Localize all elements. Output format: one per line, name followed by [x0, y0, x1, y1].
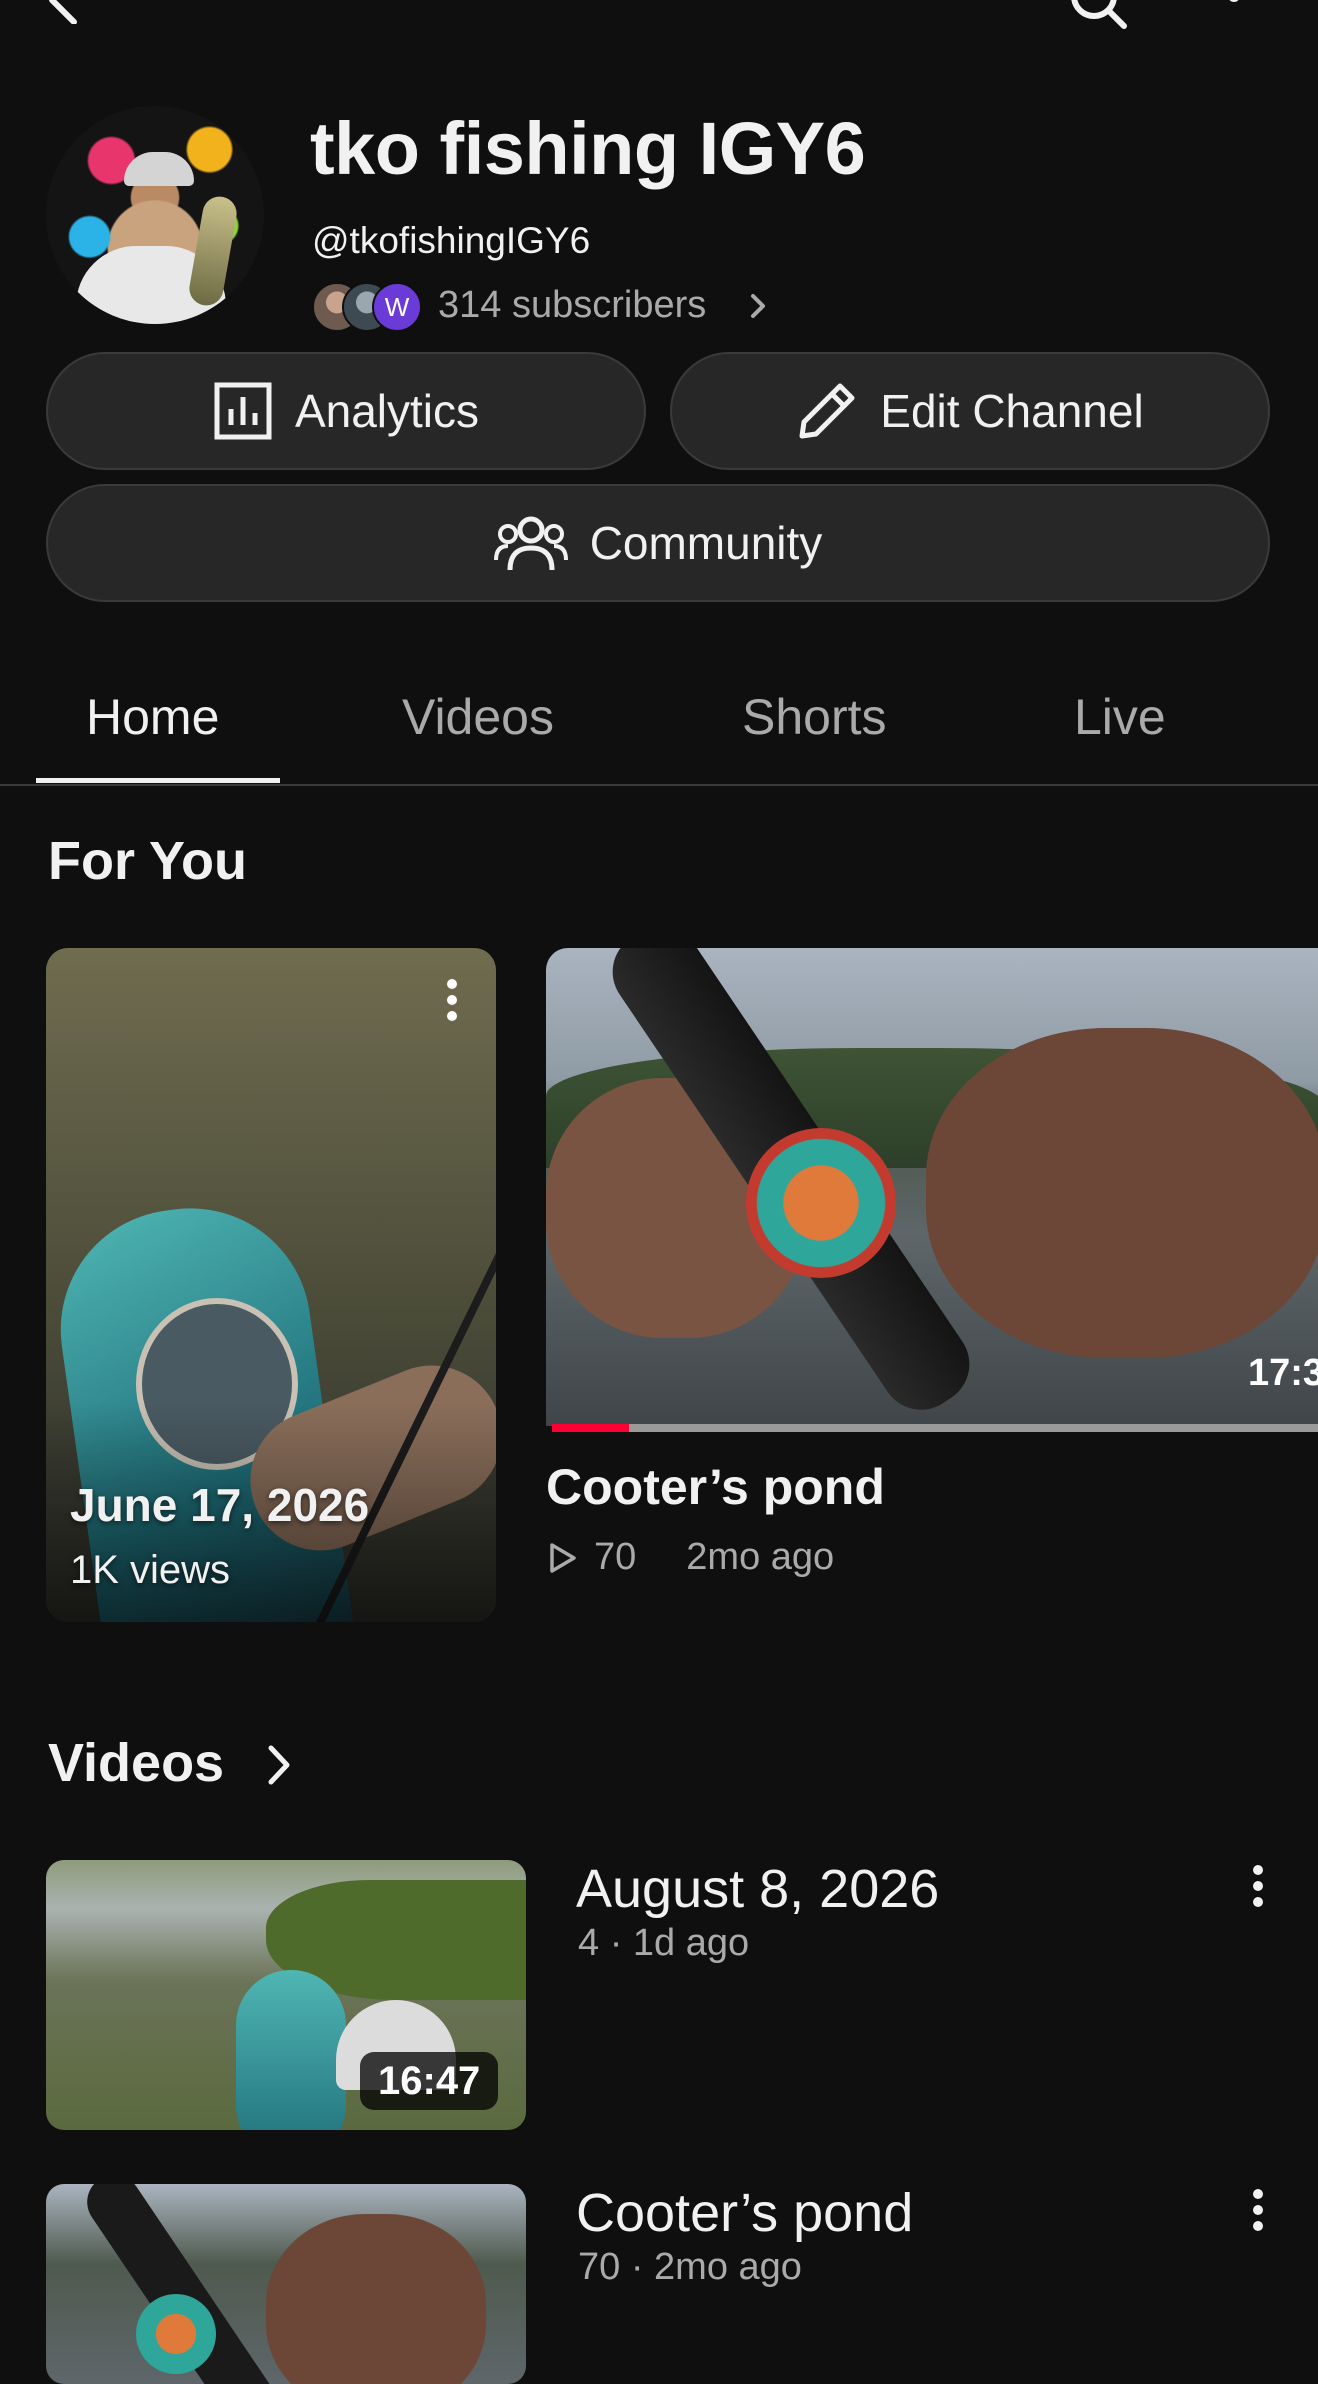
- video-more-icon[interactable]: [1250, 1864, 1266, 1908]
- duration-badge: 17:3: [1248, 1352, 1318, 1394]
- subscriber-avatar: W: [372, 282, 422, 332]
- search-icon[interactable]: [1068, 0, 1128, 30]
- community-label: Community: [589, 517, 823, 569]
- video-meta: 70 · 2mo ago: [578, 2246, 802, 2288]
- duration-badge: 16:47: [360, 2052, 499, 2110]
- video-more-icon[interactable]: [1250, 2188, 1266, 2232]
- video-meta: 4 · 1d ago: [578, 1922, 750, 1964]
- more-vertical-icon[interactable]: [1222, 0, 1246, 20]
- video-thumbnail[interactable]: [46, 2184, 526, 2384]
- watch-progress-fill: [552, 1424, 629, 1432]
- videos-heading[interactable]: Videos: [48, 1732, 224, 1794]
- watch-progress-track: [552, 1424, 1318, 1432]
- back-arrow-icon[interactable]: [40, 0, 90, 24]
- video-title[interactable]: Cooter’s pond: [576, 2182, 913, 2244]
- featured-video-title[interactable]: Cooter’s pond: [546, 1458, 885, 1516]
- featured-video-meta: 70 2mo ago: [548, 1536, 834, 1579]
- tab-live[interactable]: Live: [1074, 688, 1166, 746]
- tab-home[interactable]: Home: [86, 688, 219, 746]
- tab-videos[interactable]: Videos: [402, 688, 554, 746]
- view-count: 70: [594, 1536, 637, 1578]
- subscriber-count[interactable]: 314 subscribers: [438, 284, 706, 327]
- video-title[interactable]: August 8, 2026: [576, 1858, 939, 1920]
- featured-video-thumbnail[interactable]: [546, 948, 1318, 1426]
- channel-handle: @tkofishingIGY6: [312, 220, 591, 261]
- channel-avatar[interactable]: [46, 106, 264, 324]
- analytics-label: Analytics: [294, 385, 480, 437]
- community-button[interactable]: Community: [46, 484, 1270, 602]
- subscriber-avatars: W: [312, 282, 424, 332]
- active-tab-indicator: [36, 778, 280, 783]
- pencil-icon: [799, 383, 855, 439]
- chevron-right-icon[interactable]: [264, 1740, 294, 1790]
- analytics-button[interactable]: Analytics: [46, 352, 646, 470]
- upload-age: 2mo ago: [686, 1536, 835, 1578]
- edit-channel-button[interactable]: Edit Channel: [670, 352, 1270, 470]
- play-icon: [550, 1542, 576, 1573]
- for-you-heading: For You: [48, 831, 247, 891]
- tabs-divider: [0, 784, 1318, 786]
- short-title: June 17, 2026: [70, 1479, 370, 1531]
- tab-shorts[interactable]: Shorts: [742, 688, 887, 746]
- short-more-icon[interactable]: [444, 978, 460, 1022]
- analytics-icon: [214, 382, 272, 440]
- people-icon: [493, 516, 568, 571]
- edit-channel-label: Edit Channel: [880, 385, 1144, 437]
- chevron-right-icon[interactable]: [748, 290, 768, 322]
- short-views: 1K views: [70, 1548, 231, 1592]
- channel-name: tko fishing IGY6: [310, 107, 866, 190]
